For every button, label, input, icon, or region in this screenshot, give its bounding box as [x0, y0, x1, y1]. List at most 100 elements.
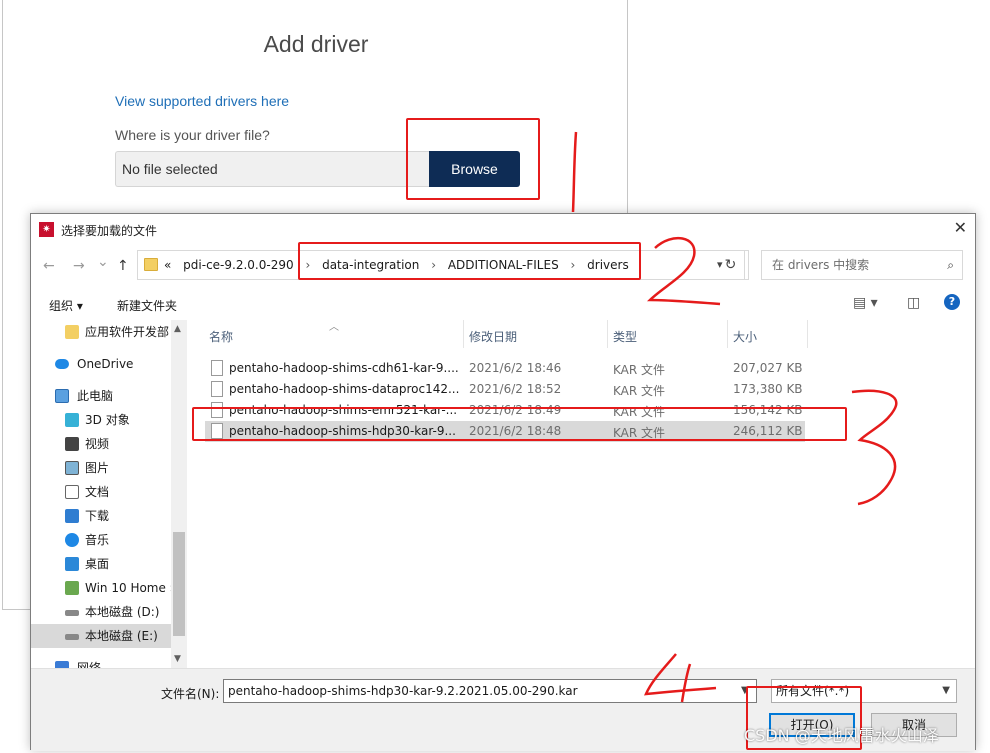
view-drivers-link[interactable]: View supported drivers here: [115, 93, 289, 109]
breadcrumb-separator: ›: [570, 258, 576, 272]
nav-item-documents[interactable]: 文档: [31, 480, 171, 504]
file-icon: [211, 423, 223, 439]
dialog-titlebar: ✷ 选择要加载的文件 ✕: [31, 214, 975, 246]
file-row[interactable]: pentaho-hadoop-shims-emr521-kar-... 2021…: [205, 400, 805, 421]
file-icon: [211, 360, 223, 376]
file-name: pentaho-hadoop-shims-emr521-kar-...: [229, 403, 458, 417]
drive-icon: [65, 610, 79, 616]
open-file-dialog: ✷ 选择要加载的文件 ✕ ← → ⌄ ↑ « pdi-ce-9.2.0.0-29…: [30, 213, 977, 751]
view-options-icon[interactable]: ▤ ▾: [853, 295, 878, 311]
file-name: pentaho-hadoop-shims-dataproc142...: [229, 382, 460, 396]
nav-item-drive-d[interactable]: 本地磁盘 (D:): [31, 600, 171, 624]
nav-scrollbar[interactable]: ▲ ▼: [171, 320, 187, 668]
nav-item-desktop[interactable]: 桌面: [31, 552, 171, 576]
browse-button[interactable]: Browse: [429, 151, 520, 187]
driver-file-field[interactable]: No file selected: [115, 151, 431, 187]
file-list: ︿ 名称 修改日期 类型 大小 pentaho-hadoop-shims-cdh…: [205, 320, 977, 668]
refresh-icon[interactable]: ↻: [717, 250, 745, 280]
nav-item-3d-objects[interactable]: 3D 对象: [31, 408, 171, 432]
back-arrow-icon[interactable]: ←: [43, 258, 55, 274]
column-divider[interactable]: [807, 320, 808, 348]
file-size: 156,142 KB: [733, 403, 803, 417]
search-placeholder: 在 drivers 中搜索: [772, 258, 870, 272]
chevron-down-icon: ▼: [942, 685, 950, 696]
scroll-up-icon[interactable]: ▲: [174, 324, 181, 334]
filetype-value: 所有文件(*.*): [776, 684, 850, 698]
address-bar[interactable]: « pdi-ce-9.2.0.0-290 › data-integration …: [137, 250, 749, 280]
forward-arrow-icon[interactable]: →: [73, 258, 85, 274]
watermark: CSDN @天地风雷水火山泽: [744, 726, 939, 745]
file-type: KAR 文件: [613, 426, 666, 440]
breadcrumb-item[interactable]: data-integration: [322, 258, 419, 272]
nav-item-dev-dept[interactable]: 应用软件开发部: [31, 320, 171, 344]
nav-item-onedrive[interactable]: OneDrive: [31, 352, 171, 376]
breadcrumb-item[interactable]: pdi-ce-9.2.0.0-290: [183, 258, 293, 272]
scroll-down-icon[interactable]: ▼: [174, 654, 181, 664]
up-arrow-icon[interactable]: ↑: [117, 258, 129, 274]
picture-icon: [65, 461, 79, 475]
help-icon[interactable]: ?: [944, 294, 960, 310]
network-icon: [55, 661, 69, 668]
new-folder-button[interactable]: 新建文件夹: [117, 297, 177, 314]
recent-locations-icon[interactable]: ⌄: [97, 254, 109, 270]
file-row-selected[interactable]: pentaho-hadoop-shims-hdp30-kar-9... 2021…: [205, 421, 805, 442]
preview-pane-icon[interactable]: ◫: [907, 295, 920, 311]
cloud-icon: [55, 359, 69, 369]
breadcrumb-overflow[interactable]: «: [164, 258, 171, 272]
search-input[interactable]: 在 drivers 中搜索 ⌕: [761, 250, 963, 280]
pdi-app-icon: ✷: [39, 222, 54, 237]
file-size: 173,380 KB: [733, 382, 803, 396]
music-icon: [65, 533, 79, 547]
dialog-title: 选择要加载的文件: [61, 224, 158, 238]
column-divider[interactable]: [463, 320, 464, 348]
file-row[interactable]: pentaho-hadoop-shims-dataproc142... 2021…: [205, 379, 805, 400]
file-type: KAR 文件: [613, 384, 666, 398]
desktop-icon: [65, 557, 79, 571]
breadcrumb-separator: ›: [431, 258, 436, 272]
nav-item-pictures[interactable]: 图片: [31, 456, 171, 480]
cube-icon: [65, 413, 79, 427]
breadcrumb-item[interactable]: ADDITIONAL-FILES: [448, 258, 559, 272]
driver-file-label: Where is your driver file?: [115, 127, 270, 143]
file-name: pentaho-hadoop-shims-hdp30-kar-9...: [229, 424, 456, 438]
breadcrumb-item[interactable]: drivers: [587, 258, 629, 272]
drive-icon: [65, 581, 79, 595]
file-size: 246,112 KB: [733, 424, 803, 438]
computer-icon: [55, 389, 69, 403]
sort-caret-icon: ︿: [329, 322, 339, 333]
column-header-name[interactable]: 名称: [209, 328, 233, 345]
filetype-select[interactable]: 所有文件(*.*) ▼: [771, 679, 957, 703]
file-type: KAR 文件: [613, 405, 666, 419]
navigation-pane: 应用软件开发部 OneDrive 此电脑 3D 对象 视频 图片 文档 下载 音…: [31, 320, 187, 668]
document-icon: [65, 485, 79, 499]
close-icon[interactable]: ✕: [954, 218, 967, 237]
file-name: pentaho-hadoop-shims-cdh61-kar-9....: [229, 361, 459, 375]
organize-button[interactable]: 组织 ▾: [49, 297, 83, 314]
folder-icon: [144, 258, 158, 271]
column-header-size[interactable]: 大小: [733, 328, 757, 345]
download-icon: [65, 509, 79, 523]
nav-item-music[interactable]: 音乐: [31, 528, 171, 552]
column-header-modified[interactable]: 修改日期: [469, 328, 517, 345]
file-modified: 2021/6/2 18:49: [469, 403, 562, 417]
filename-dropdown-icon[interactable]: ▼: [741, 685, 749, 696]
filename-input[interactable]: pentaho-hadoop-shims-hdp30-kar-9.2.2021.…: [223, 679, 757, 703]
file-modified: 2021/6/2 18:46: [469, 361, 562, 375]
nav-item-drive-e[interactable]: 本地磁盘 (E:): [31, 624, 171, 648]
video-icon: [65, 437, 79, 451]
search-icon: ⌕: [947, 258, 954, 272]
drive-icon: [65, 634, 79, 640]
file-icon: [211, 402, 223, 418]
column-divider[interactable]: [607, 320, 608, 348]
nav-item-network[interactable]: 网络: [31, 656, 171, 668]
nav-item-videos[interactable]: 视频: [31, 432, 171, 456]
nav-item-this-pc[interactable]: 此电脑: [31, 384, 171, 408]
scroll-thumb[interactable]: [173, 532, 185, 636]
file-size: 207,027 KB: [733, 361, 803, 375]
file-modified: 2021/6/2 18:52: [469, 382, 562, 396]
column-divider[interactable]: [727, 320, 728, 348]
nav-item-win10-home[interactable]: Win 10 Home ›: [31, 576, 175, 600]
file-row[interactable]: pentaho-hadoop-shims-cdh61-kar-9.... 202…: [205, 358, 805, 379]
nav-item-downloads[interactable]: 下载: [31, 504, 171, 528]
column-header-type[interactable]: 类型: [613, 328, 637, 345]
